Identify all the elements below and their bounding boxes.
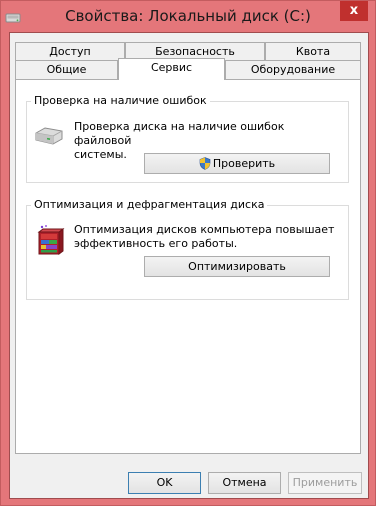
tab-service[interactable]: Сервис (118, 58, 225, 80)
optimize-button-label: Оптимизировать (188, 260, 286, 273)
check-button-label: Проверить (212, 157, 276, 170)
properties-window: Свойства: Локальный диск (C:) x Доступ Б… (0, 0, 376, 506)
check-button[interactable]: Проверить (144, 153, 330, 174)
error-check-group-label: Проверка на наличие ошибок (31, 94, 210, 107)
cancel-button[interactable]: Отмена (208, 472, 281, 494)
tab-label: Общие (46, 63, 87, 76)
tab-label: Доступ (49, 45, 91, 58)
tab-label: Сервис (150, 61, 193, 74)
uac-shield-icon (199, 156, 211, 170)
optimize-group: Оптимизация и дефрагментация диска Оптим (26, 198, 349, 300)
tab-general[interactable]: Общие (15, 60, 118, 79)
tab-access[interactable]: Доступ (15, 42, 125, 61)
error-check-description-line1: Проверка диска на наличие ошибок файлово… (74, 120, 285, 147)
optimize-description: Оптимизация дисков компьютера повышает э… (74, 223, 336, 251)
title-bar[interactable]: Свойства: Локальный диск (C:) x (1, 1, 375, 33)
ok-button[interactable]: OK (128, 472, 201, 494)
error-check-group: Проверка на наличие ошибок Проверка диск… (26, 94, 349, 183)
optimize-group-label: Оптимизация и дефрагментация диска (31, 198, 268, 211)
ok-button-label: OK (156, 476, 173, 489)
apply-button-label: Применить (292, 476, 358, 489)
cancel-button-label: Отмена (222, 476, 267, 489)
window-title: Свойства: Локальный диск (C:) (65, 7, 311, 25)
close-icon: x (349, 3, 359, 18)
defrag-icon (37, 225, 65, 255)
tab-quota[interactable]: Квота (265, 42, 361, 61)
apply-button[interactable]: Применить (288, 472, 362, 494)
tab-hardware[interactable]: Оборудование (225, 60, 361, 79)
optimize-button[interactable]: Оптимизировать (144, 256, 330, 277)
tab-panel-service: Проверка на наличие ошибок Проверка диск… (15, 79, 361, 454)
optimize-description-line2: эффективность его работы. (74, 237, 238, 250)
optimize-description-line1: Оптимизация дисков компьютера повышает (74, 223, 335, 236)
tab-label: Безопасность (155, 45, 235, 58)
tab-label: Оборудование (250, 63, 336, 76)
tab-label: Квота (295, 45, 331, 58)
hard-drive-icon (35, 127, 63, 145)
dialog-client-area: Доступ Безопасность Квота Общие Сервис О… (9, 32, 369, 499)
close-button[interactable]: x (340, 1, 368, 21)
